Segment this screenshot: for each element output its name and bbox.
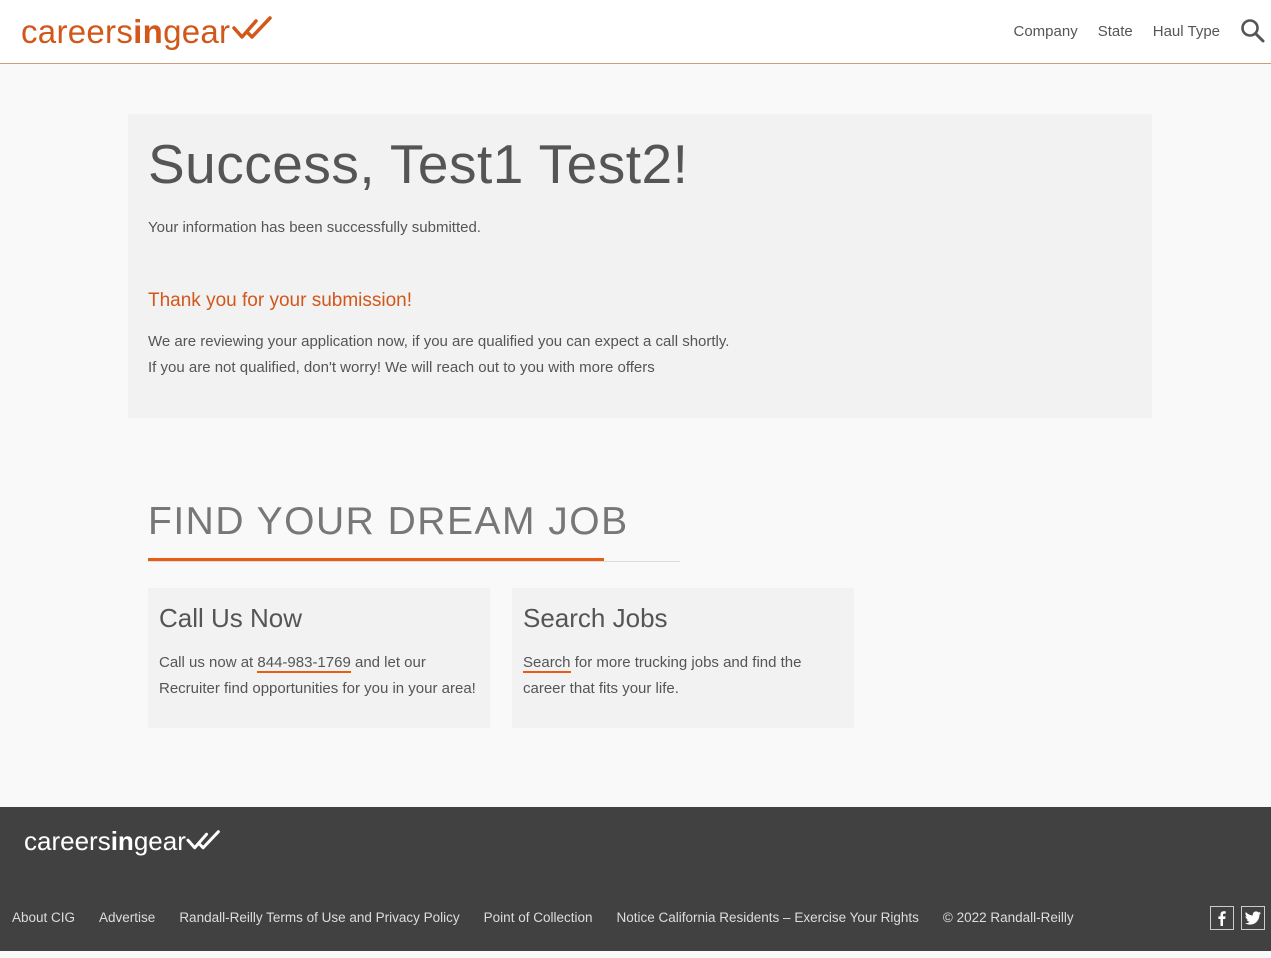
footer-link-california[interactable]: Notice California Residents – Exercise Y… [616, 909, 918, 927]
success-message: Your information has been successfully s… [148, 219, 481, 236]
nav-state[interactable]: State [1098, 22, 1133, 42]
heading-accent-bar [148, 558, 604, 561]
footer-link-collection[interactable]: Point of Collection [484, 909, 593, 927]
footer-links: About CIG Advertise Randall-Reilly Terms… [12, 909, 1074, 927]
site-logo[interactable]: careers in gear [21, 12, 274, 52]
logo-check-icon [232, 16, 273, 39]
site-header: careers in gear Company State Haul Type [0, 0, 1271, 64]
main-nav: Company State Haul Type [1014, 22, 1221, 42]
logo-text-gear: gear [163, 13, 231, 50]
call-us-title: Call Us Now [159, 603, 303, 633]
success-title: Success, Test1 Test2! [148, 133, 689, 195]
facebook-icon[interactable] [1210, 906, 1234, 930]
search-icon[interactable] [1240, 18, 1266, 44]
review-message: We are reviewing your application now, i… [148, 333, 730, 350]
footer-logo-gear: gear [133, 826, 186, 856]
twitter-icon[interactable] [1241, 906, 1265, 930]
success-panel: Success, Test1 Test2! Your information h… [128, 114, 1152, 418]
search-jobs-text: Search for more trucking jobs and find t… [523, 650, 843, 701]
search-link[interactable]: Search [523, 654, 571, 673]
site-footer: careers in gear About CIG Advertise Randal… [0, 807, 1271, 951]
call-us-text: Call us now at 844-983-1769 and let our … [159, 650, 479, 701]
heading-divider [148, 561, 680, 562]
copyright: © 2022 Randall-Reilly [942, 910, 1074, 925]
footer-link-terms[interactable]: Randall-Reilly Terms of Use and Privacy … [179, 909, 459, 927]
search-jobs-title: Search Jobs [523, 603, 668, 633]
call-us-text-start: Call us now at [159, 654, 258, 671]
search-jobs-card: Search Jobs Search for more trucking job… [512, 588, 854, 728]
call-us-card: Call Us Now Call us now at 844-983-1769 … [148, 588, 490, 728]
dream-job-heading: FIND YOUR DREAM JOB [148, 500, 629, 543]
footer-link-about[interactable]: About CIG [12, 909, 75, 927]
nav-haul-type[interactable]: Haul Type [1153, 22, 1220, 42]
thank-you-heading: Thank you for your submission! [148, 290, 413, 311]
footer-link-advertise[interactable]: Advertise [99, 909, 155, 927]
logo-check-icon [186, 830, 220, 850]
nav-company[interactable]: Company [1014, 22, 1078, 42]
footer-logo-in: in [110, 826, 134, 856]
phone-link[interactable]: 844-983-1769 [257, 654, 351, 673]
footer-logo-careers: careers [24, 826, 111, 856]
logo-text-careers: careers [21, 13, 134, 50]
footer-logo[interactable]: careers in gear [24, 824, 222, 858]
not-qualified-message: If you are not qualified, don't worry! W… [148, 359, 655, 376]
logo-text-in: in [133, 13, 164, 50]
